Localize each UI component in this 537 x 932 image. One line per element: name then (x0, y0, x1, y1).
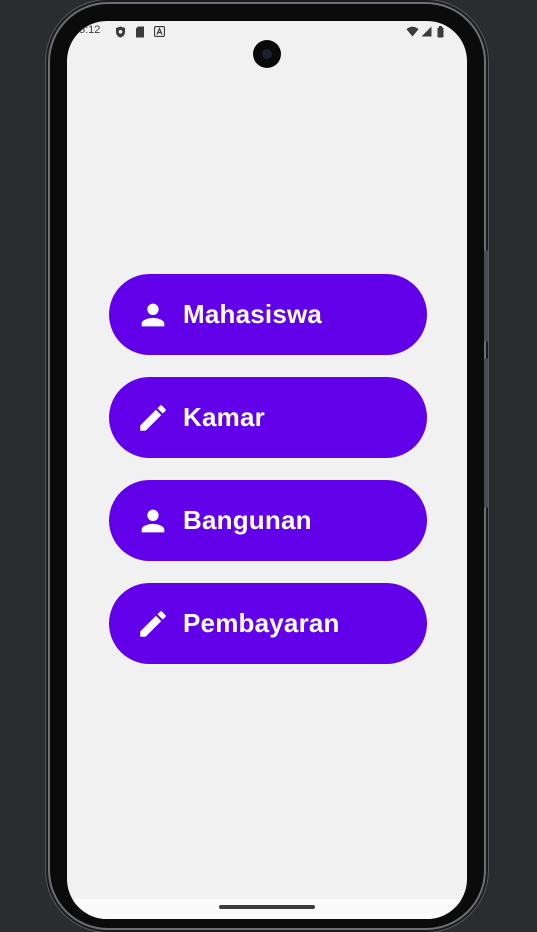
person-icon (136, 504, 170, 538)
phone-frame: 5:12 Mahasiswa Kamar Bangunan Pembayaran (50, 4, 488, 928)
kamar-button[interactable]: Kamar (109, 377, 427, 458)
status-time: 5:12 (79, 24, 101, 36)
accessibility-icon (154, 26, 165, 37)
battery-icon (437, 26, 444, 38)
signal-icon (421, 26, 432, 37)
navigation-bar (67, 899, 467, 919)
mahasiswa-button[interactable]: Mahasiswa (109, 274, 427, 355)
sd-card-icon (136, 26, 144, 38)
pembayaran-label: Pembayaran (183, 608, 340, 638)
front-camera (253, 40, 281, 68)
bangunan-label: Bangunan (183, 505, 312, 535)
pencil-icon (136, 401, 170, 435)
person-icon (136, 298, 170, 332)
power-button (484, 358, 488, 508)
home-indicator[interactable] (219, 905, 315, 909)
bangunan-button[interactable]: Bangunan (109, 480, 427, 561)
volume-button (484, 250, 488, 342)
main-menu: Mahasiswa Kamar Bangunan Pembayaran (109, 274, 427, 686)
pencil-icon (136, 607, 170, 641)
mahasiswa-label: Mahasiswa (183, 299, 323, 329)
pembayaran-button[interactable]: Pembayaran (109, 583, 427, 664)
shield-icon (116, 26, 125, 38)
screen: 5:12 Mahasiswa Kamar Bangunan Pembayaran (67, 21, 467, 919)
wifi-icon (406, 26, 419, 37)
kamar-label: Kamar (183, 402, 265, 432)
